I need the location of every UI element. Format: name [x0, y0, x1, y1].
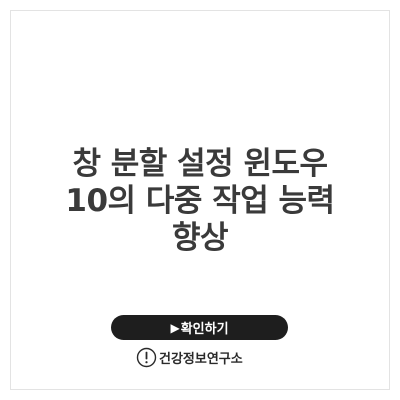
title-line-2: 10의 다중 작업 능력: [65, 183, 335, 219]
play-icon: ▶: [170, 320, 180, 335]
confirm-button[interactable]: ▶ 확인하기: [111, 315, 288, 340]
title-line-3: 향상: [171, 220, 229, 256]
source-label: 건강정보연구소: [159, 351, 243, 367]
exclamation-circle-icon: [136, 347, 157, 368]
confirm-button-label: 확인하기: [180, 322, 229, 337]
title-line-1: 창 분할 설정 윈도우: [72, 146, 328, 182]
page-title: 창 분할 설정 윈도우 10의 다중 작업 능력 향상: [20, 146, 380, 257]
source-attribution: 건강정보연구소: [136, 346, 243, 368]
thumbnail-card: 창 분할 설정 윈도우 10의 다중 작업 능력 향상 ▶ 확인하기 건강정보연…: [0, 0, 400, 400]
